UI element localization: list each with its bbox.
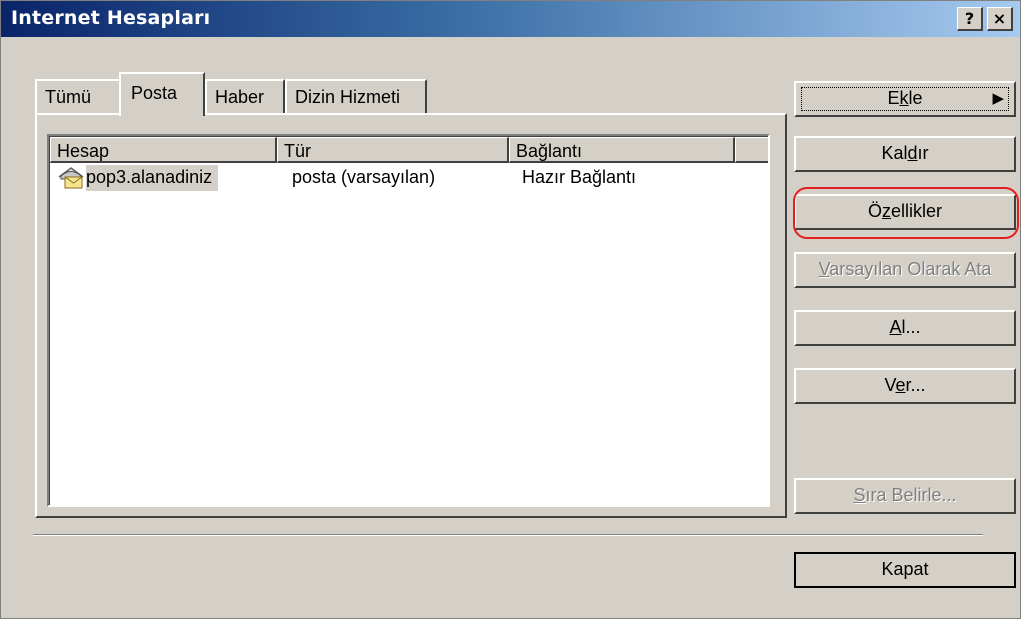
- cell-hesap: pop3.alanadiniz: [86, 165, 219, 191]
- kaldir-button[interactable]: Kaldır: [794, 136, 1016, 172]
- window-title: Internet Hesapları: [11, 7, 211, 29]
- tab-label: Tümü: [45, 87, 92, 107]
- ozellikler-button[interactable]: Özellikler: [794, 194, 1016, 230]
- cell-baglanti: Hazır Bağlantı: [522, 167, 637, 187]
- help-button[interactable]: ?: [957, 7, 983, 31]
- cell-tur: posta (varsayılan): [292, 167, 436, 187]
- tab-dizin-hizmeti[interactable]: Dizin Hizmeti: [285, 79, 427, 113]
- sira-belirle-button[interactable]: Sıra Belirle...: [794, 478, 1016, 514]
- accounts-list[interactable]: Hesap Tür Bağlantı pop3.alanadiniz posta…: [47, 134, 770, 507]
- list-header: Hesap Tür Bağlantı: [50, 137, 768, 163]
- kapat-button[interactable]: Kapat: [794, 552, 1016, 588]
- ekle-button[interactable]: Ekle ▶: [794, 81, 1016, 117]
- arrow-right-icon: ▶: [992, 90, 1004, 107]
- tab-label: Haber: [215, 87, 265, 107]
- internet-accounts-dialog: Internet Hesapları ? × Tümü Posta Haber …: [0, 0, 1021, 619]
- focus-rect: [801, 87, 1009, 111]
- title-bar[interactable]: Internet Hesapları ? ×: [1, 1, 1020, 37]
- ver-button[interactable]: Ver...: [794, 368, 1016, 404]
- tab-label: Posta: [131, 83, 178, 103]
- close-button[interactable]: ×: [987, 7, 1013, 31]
- separator: [33, 534, 983, 536]
- column-header-hesap[interactable]: Hesap: [50, 137, 277, 163]
- list-item[interactable]: pop3.alanadiniz posta (varsayılan) Hazır…: [50, 165, 768, 191]
- tab-haber[interactable]: Haber: [205, 79, 285, 113]
- column-header-baglanti[interactable]: Bağlantı: [509, 137, 735, 163]
- al-button[interactable]: Al...: [794, 310, 1016, 346]
- tab-label: Dizin Hizmeti: [295, 87, 401, 107]
- column-header-empty: [735, 137, 768, 163]
- mail-account-icon: [56, 165, 86, 191]
- tab-tumu[interactable]: Tümü: [35, 79, 121, 113]
- tab-posta[interactable]: Posta: [119, 72, 205, 116]
- varsayilan-olarak-ata-button[interactable]: Varsayılan Olarak Ata: [794, 252, 1016, 288]
- column-header-tur[interactable]: Tür: [277, 137, 509, 163]
